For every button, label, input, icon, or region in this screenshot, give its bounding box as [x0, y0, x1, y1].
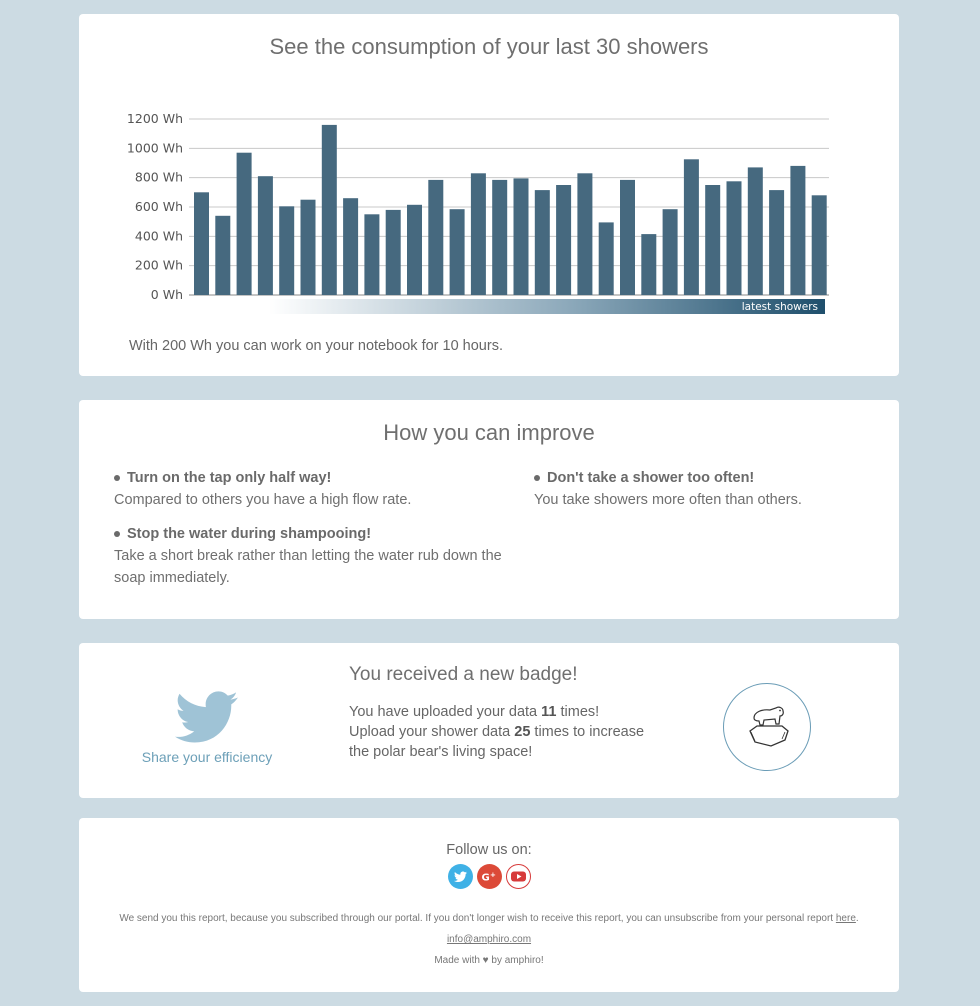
shower-bar[interactable] [385, 209, 401, 295]
shower-bar[interactable] [236, 152, 252, 295]
tip-shampooing: Stop the water during shampooing! Take a… [114, 526, 509, 589]
shower-bar[interactable] [321, 124, 337, 296]
polar-bear-icon [749, 706, 789, 747]
upload-count: 11 [541, 704, 557, 720]
y-tick-label: 600 Wh [135, 199, 183, 214]
shower-bar[interactable] [407, 204, 422, 295]
shower-bar[interactable] [598, 222, 614, 295]
upload-target: 25 [514, 724, 531, 740]
social-links: G + [79, 864, 899, 889]
improve-card: How you can improve Turn on the tap only… [79, 400, 899, 619]
shower-bar[interactable] [513, 178, 529, 295]
share-efficiency-link[interactable]: Share your efficiency [127, 749, 287, 765]
made-with-credit: Made with ♥ by amphiro! [434, 955, 544, 966]
shower-bar[interactable] [300, 199, 316, 295]
shower-bar[interactable] [662, 209, 678, 295]
y-tick-label: 0 Wh [151, 287, 183, 302]
shower-bar[interactable] [769, 190, 785, 295]
shower-bar[interactable] [683, 159, 699, 295]
email-link[interactable]: info@amphiro.com [447, 934, 531, 945]
shower-bar[interactable] [194, 192, 209, 295]
disclaimer-text: We send you this report, because you sub… [119, 913, 836, 924]
share-block[interactable]: Share your efficiency [127, 691, 287, 765]
consumption-card: See the consumption of your last 30 show… [79, 14, 899, 376]
footer-card: Follow us on: G + We send you this repor… [79, 818, 899, 992]
shower-bar[interactable] [279, 206, 295, 295]
email-line: info@amphiro.com [79, 934, 899, 945]
unsubscribe-disclaimer: We send you this report, because you sub… [79, 913, 899, 924]
google-plus-icon[interactable]: G + [476, 864, 502, 889]
shower-bar[interactable] [790, 165, 806, 295]
y-tick-label: 1000 Wh [127, 140, 183, 155]
shower-bar[interactable] [492, 179, 508, 295]
shower-bar[interactable] [577, 173, 593, 295]
twitter-bird-icon[interactable] [175, 691, 239, 745]
shower-bar[interactable] [257, 176, 273, 295]
svg-text:+: + [490, 871, 496, 879]
consumption-chart: 0 Wh 200 Wh 400 Wh 600 Wh 800 Wh 1000 Wh 1200 … [127, 111, 829, 314]
unsubscribe-link[interactable]: here [836, 913, 856, 924]
tip-title: Stop the water during shampooing! [114, 526, 509, 542]
tip-flow-rate: Turn on the tap only half way! Compared … [114, 470, 514, 511]
shower-bar[interactable] [343, 198, 359, 295]
tip-title: Don't take a shower too often! [534, 470, 864, 486]
shower-bar[interactable] [215, 215, 231, 295]
shower-bar[interactable] [726, 181, 742, 295]
shower-bar[interactable] [747, 167, 763, 295]
tip-title: Turn on the tap only half way! [114, 470, 514, 486]
shower-bar[interactable] [428, 179, 444, 295]
badge-card: Share your efficiency You received a new… [79, 643, 899, 798]
disclaimer-end: . [855, 913, 859, 924]
improve-title: How you can improve [383, 420, 595, 445]
follow-label: Follow us on: [446, 842, 532, 858]
shower-bar[interactable] [811, 195, 827, 295]
tip-body: Compared to others you have a high flow … [114, 492, 412, 508]
shower-bar[interactable] [705, 185, 721, 295]
y-tick-label: 1200 Wh [127, 111, 183, 126]
tip-frequency: Don't take a shower too often! You take … [534, 470, 864, 511]
badge-message: You have uploaded your data 11 times! Up… [349, 702, 644, 762]
y-tick-label: 400 Wh [135, 228, 183, 243]
svg-text:G: G [481, 873, 489, 884]
shower-bar[interactable] [534, 190, 550, 295]
latest-showers-label: latest showers [742, 301, 818, 313]
y-tick-label: 200 Wh [135, 258, 183, 273]
badge-line2-suffix: times to increase [530, 724, 645, 740]
shower-bar[interactable] [364, 214, 380, 295]
shower-bar[interactable] [556, 185, 572, 295]
youtube-icon[interactable] [505, 864, 531, 889]
badge-line2-prefix: Upload your shower data [349, 724, 515, 740]
shower-bar[interactable] [449, 209, 465, 295]
shower-bar[interactable] [470, 173, 486, 295]
polar-bear-badge [723, 683, 811, 771]
shower-bar[interactable] [641, 234, 657, 295]
badge-line1-suffix: times! [556, 704, 600, 720]
badge-line1-prefix: You have uploaded your data [349, 704, 542, 720]
tip-body: You take showers more often than others. [534, 492, 802, 508]
shower-bar[interactable] [620, 179, 635, 295]
twitter-icon[interactable] [447, 864, 473, 889]
chart-note: With 200 Wh you can work on your noteboo… [129, 338, 503, 354]
badge-line3: the polar bear's living space! [349, 744, 533, 760]
tip-body: Take a short break rather than letting t… [114, 548, 502, 586]
badge-title: You received a new badge! [349, 664, 578, 685]
y-tick-label: 800 Wh [135, 170, 183, 185]
